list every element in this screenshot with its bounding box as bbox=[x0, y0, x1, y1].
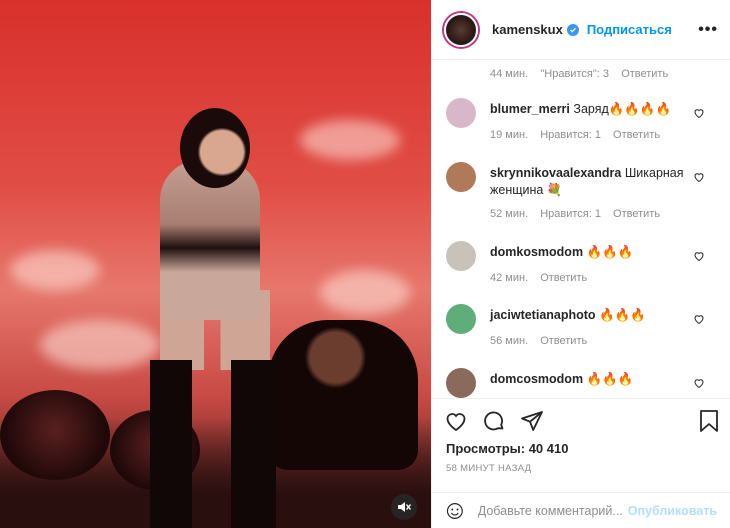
comment-text: skrynnikovaalexandra Шикарная женщина 💐 bbox=[490, 165, 700, 199]
like-comment-icon[interactable] bbox=[693, 171, 705, 183]
commenter-username[interactable]: domkosmodom bbox=[490, 245, 583, 259]
comment-time: 56 мин. bbox=[490, 335, 529, 347]
speaker-muted-icon bbox=[398, 502, 411, 512]
singer-boots bbox=[150, 360, 290, 528]
reply-link[interactable]: Ответить bbox=[613, 208, 660, 220]
like-comment-icon[interactable] bbox=[693, 313, 705, 325]
commenter-avatar[interactable] bbox=[446, 368, 476, 398]
action-icons bbox=[444, 409, 544, 433]
comment-body: 🔥🔥🔥 bbox=[586, 245, 634, 259]
comment-time: 19 мин. bbox=[490, 129, 529, 141]
comment-meta: 19 мин. Нравится: 1 Ответить bbox=[490, 129, 669, 141]
comment-icon[interactable] bbox=[482, 409, 506, 433]
stage-light bbox=[10, 250, 100, 290]
comment-meta: 44 мин. "Нравится": 3 Ответить bbox=[490, 68, 668, 80]
comment-meta: 52 мин. Нравится: 1 Ответить bbox=[490, 208, 669, 220]
commenter-avatar[interactable] bbox=[446, 241, 476, 271]
like-comment-icon[interactable] bbox=[693, 107, 705, 119]
stage-speaker bbox=[0, 390, 110, 480]
stage-light bbox=[40, 320, 160, 370]
comment-body: Заряд🔥🔥🔥🔥 bbox=[573, 102, 672, 116]
add-comment-bar: Опубликовать bbox=[432, 492, 730, 528]
commenter-username[interactable]: blumer_merri bbox=[490, 102, 570, 116]
comment-text: jaciwtetianaphoto 🔥🔥🔥 bbox=[490, 307, 700, 324]
verified-badge-icon bbox=[566, 23, 579, 36]
commenter-avatar[interactable] bbox=[446, 304, 476, 334]
commenter-username[interactable]: domcosmodom bbox=[490, 372, 583, 386]
emoji-icon[interactable] bbox=[446, 500, 464, 522]
like-comment-icon[interactable] bbox=[693, 250, 705, 262]
author-username[interactable]: kamenskux bbox=[492, 22, 563, 37]
bookmark-icon[interactable] bbox=[698, 409, 720, 433]
commenter-username[interactable]: skrynnikovaalexandra bbox=[490, 166, 621, 180]
comment-text: domcosmodom 🔥🔥🔥 bbox=[490, 371, 700, 388]
author-avatar[interactable] bbox=[444, 12, 478, 47]
mute-button[interactable] bbox=[391, 494, 417, 520]
comments-list[interactable]: 44 мин. "Нравится": 3 Ответить blumer_me… bbox=[432, 60, 730, 398]
comment-likes[interactable]: Нравится: 1 bbox=[540, 129, 601, 141]
commenter-avatar[interactable] bbox=[446, 162, 476, 192]
reply-link[interactable]: Ответить bbox=[613, 129, 660, 141]
view-count[interactable]: Просмотры: 40 410 bbox=[446, 441, 568, 456]
post-actions: Просмотры: 40 410 58 МИНУТ НАЗАД bbox=[432, 398, 730, 474]
comment-text: domkosmodom 🔥🔥🔥 bbox=[490, 244, 700, 261]
like-comment-icon[interactable] bbox=[693, 377, 705, 389]
stage-light bbox=[300, 120, 400, 160]
comment-time: 42 мин. bbox=[490, 272, 529, 284]
singer-head bbox=[180, 108, 250, 188]
heart-icon[interactable] bbox=[444, 409, 468, 433]
comment-meta: 56 мин. Ответить bbox=[490, 335, 596, 347]
publish-button[interactable]: Опубликовать bbox=[628, 504, 717, 518]
comment-text: blumer_merri Заряд🔥🔥🔥🔥 bbox=[490, 101, 700, 118]
stage-light bbox=[320, 270, 410, 315]
comment-body: 🔥🔥🔥 bbox=[599, 308, 646, 322]
post-header: kamenskux Подписаться ••• bbox=[432, 0, 730, 60]
reply-link[interactable]: Ответить bbox=[540, 272, 587, 284]
comment-likes[interactable]: "Нравится": 3 bbox=[540, 68, 609, 80]
view-count-text: Просмотры: 40 410 bbox=[446, 441, 569, 456]
share-icon[interactable] bbox=[520, 409, 544, 433]
comment-meta: 42 мин. Ответить bbox=[490, 272, 596, 284]
post-side-panel: kamenskux Подписаться ••• 44 мин. "Нрави… bbox=[431, 0, 730, 528]
commenter-username[interactable]: jaciwtetianaphoto bbox=[490, 308, 596, 322]
post-timestamp: 58 МИНУТ НАЗАД bbox=[446, 463, 532, 474]
comment-input[interactable] bbox=[477, 503, 628, 518]
comment-body: 🔥🔥🔥 bbox=[586, 372, 634, 386]
comment-likes[interactable]: Нравится: 1 bbox=[540, 208, 601, 220]
commenter-avatar[interactable] bbox=[446, 98, 476, 128]
follow-button[interactable]: Подписаться bbox=[587, 22, 672, 37]
comment-time: 52 мин. bbox=[490, 208, 529, 220]
more-options-icon[interactable]: ••• bbox=[698, 21, 718, 39]
comment-time: 44 мин. bbox=[490, 68, 529, 80]
post-video[interactable] bbox=[0, 0, 431, 528]
dancer-figure bbox=[268, 320, 418, 470]
reply-link[interactable]: Ответить bbox=[621, 68, 668, 80]
reply-link[interactable]: Ответить bbox=[540, 335, 587, 347]
